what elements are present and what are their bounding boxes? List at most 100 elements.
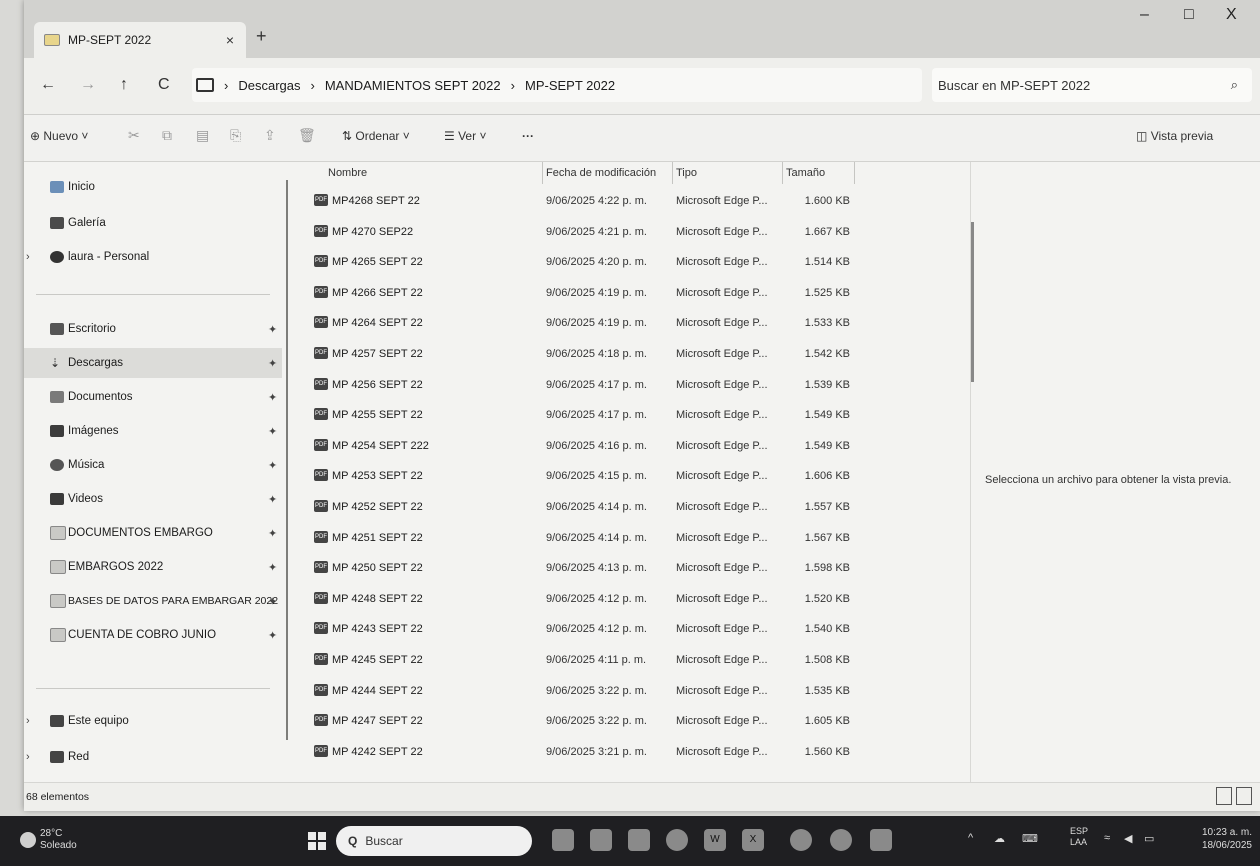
- sidebar-item-inicio[interactable]: Inicio: [24, 172, 282, 202]
- sidebar-item-documentos[interactable]: Documentos ✦: [24, 382, 282, 412]
- battery-icon[interactable]: ▭: [1144, 832, 1154, 845]
- table-row[interactable]: PDF MP 4252 SEPT 22 9/06/2025 4:14 p. m. Mi…: [288, 492, 968, 522]
- delete-icon[interactable]: 🗑: [298, 127, 316, 144]
- table-row[interactable]: PDF MP 4253 SEPT 22 9/06/2025 4:15 p. m. Mi…: [288, 461, 968, 491]
- forward-button[interactable]: →: [80, 76, 96, 94]
- table-row[interactable]: PDF MP 4248 SEPT 22 9/06/2025 4:12 p. m. Mi…: [288, 584, 968, 614]
- folder-icon: [44, 34, 60, 46]
- chevron-right-icon[interactable]: ›: [26, 715, 30, 727]
- column-header-type[interactable]: Tipo: [676, 167, 697, 179]
- chevron-right-icon[interactable]: ›: [26, 251, 30, 263]
- column-header-name[interactable]: Nombre: [328, 167, 367, 179]
- paste-icon[interactable]: ▤: [196, 127, 209, 144]
- table-row[interactable]: PDF MP 4266 SEPT 22 9/06/2025 4:19 p. m. Mi…: [288, 278, 968, 308]
- minimize-button[interactable]: –: [1140, 6, 1149, 24]
- column-header-size[interactable]: Tamaño: [786, 167, 825, 179]
- sort-button[interactable]: ⇅ Ordenar ˅: [342, 129, 410, 143]
- language-indicator[interactable]: ESP LAA: [1070, 826, 1088, 848]
- home-icon: [50, 181, 64, 193]
- sidebar-item-escritorio[interactable]: Escritorio ✦: [24, 314, 282, 344]
- word-app-icon[interactable]: W: [704, 829, 726, 851]
- folder-icon: [50, 594, 66, 608]
- sidebar-item-videos[interactable]: Videos ✦: [24, 484, 282, 514]
- sidebar-item-imagenes[interactable]: Imágenes ✦: [24, 416, 282, 446]
- close-button[interactable]: X: [1226, 6, 1237, 24]
- app-icon[interactable]: [790, 829, 812, 851]
- table-row[interactable]: PDF MP 4265 SEPT 22 9/06/2025 4:20 p. m. Mi…: [288, 247, 968, 277]
- new-button[interactable]: ⊕ Nuevo ˅: [30, 129, 88, 143]
- sidebar-item-galeria[interactable]: Galería: [24, 208, 282, 238]
- start-button[interactable]: [308, 832, 326, 850]
- task-view-icon[interactable]: [552, 829, 574, 851]
- chevron-right-icon[interactable]: ›: [26, 751, 30, 763]
- volume-icon[interactable]: ◀: [1124, 832, 1132, 845]
- column-separator[interactable]: [782, 162, 783, 184]
- weather-widget[interactable]: 28°C Soleado: [40, 828, 77, 852]
- onedrive-icon[interactable]: ☁: [994, 832, 1005, 845]
- column-separator[interactable]: [672, 162, 673, 184]
- keyboard-icon[interactable]: ⌨: [1022, 832, 1038, 845]
- weather-icon[interactable]: [20, 832, 36, 848]
- tiles-view-icon[interactable]: [1236, 787, 1252, 805]
- taskbar-search[interactable]: Q Buscar: [336, 826, 532, 856]
- sidebar-item-red[interactable]: › Red: [24, 742, 282, 772]
- app-icon[interactable]: [830, 829, 852, 851]
- breadcrumb-mp-sept[interactable]: MP-SEPT 2022: [525, 78, 615, 93]
- excel-app-icon[interactable]: X: [742, 829, 764, 851]
- table-row[interactable]: PDF MP 4255 SEPT 22 9/06/2025 4:17 p. m. Mi…: [288, 400, 968, 430]
- sidebar-item-cuenta-de-cobro[interactable]: CUENTA DE COBRO JUNIO ✦: [24, 620, 282, 650]
- sidebar-item-documentos-embargo[interactable]: DOCUMENTOS EMBARGO ✦: [24, 518, 282, 548]
- scrollbar[interactable]: [971, 222, 974, 382]
- chevron-up-icon[interactable]: ^: [968, 832, 973, 844]
- table-row[interactable]: PDF MP 4243 SEPT 22 9/06/2025 4:12 p. m. Mi…: [288, 614, 968, 644]
- table-row[interactable]: PDF MP 4245 SEPT 22 9/06/2025 4:11 p. m. Mi…: [288, 645, 968, 675]
- rename-icon[interactable]: ⎘: [230, 127, 241, 144]
- copy-icon[interactable]: ⧉: [162, 127, 172, 144]
- address-bar[interactable]: › Descargas › MANDAMIENTOS SEPT 2022 › M…: [192, 68, 922, 102]
- column-separator[interactable]: [854, 162, 855, 184]
- sidebar-item-laura-personal[interactable]: › laura - Personal: [24, 242, 282, 272]
- sidebar-item-musica[interactable]: Música ✦: [24, 450, 282, 480]
- table-row[interactable]: PDF MP 4264 SEPT 22 9/06/2025 4:19 p. m. Mi…: [288, 308, 968, 338]
- search-box[interactable]: Buscar en MP-SEPT 2022 ⌕: [932, 68, 1252, 102]
- file-type: Microsoft Edge P...: [676, 562, 768, 575]
- sidebar-item-descargas[interactable]: ⇣ Descargas ✦: [24, 348, 282, 378]
- file-type: Microsoft Edge P...: [676, 531, 768, 544]
- tab-close-button[interactable]: ×: [226, 32, 234, 48]
- sidebar-item-este-equipo[interactable]: › Este equipo: [24, 706, 282, 736]
- share-icon[interactable]: ⇪: [264, 127, 276, 144]
- sidebar-item-bases-de-datos[interactable]: BASES DE DATOS PARA EMBARGAR 2022 ✦: [24, 586, 282, 616]
- table-row[interactable]: PDF MP 4257 SEPT 22 9/06/2025 4:18 p. m. Mi…: [288, 339, 968, 369]
- up-button[interactable]: ↑: [120, 76, 128, 94]
- wifi-icon[interactable]: ≈: [1104, 832, 1110, 844]
- new-tab-button[interactable]: +: [256, 26, 267, 47]
- back-button[interactable]: ←: [40, 76, 56, 94]
- cut-icon[interactable]: ✂: [128, 127, 140, 144]
- clock[interactable]: 10:23 a. m. 18/06/2025: [1182, 826, 1252, 852]
- table-row[interactable]: PDF MP 4254 SEPT 222 9/06/2025 4:16 p. m. M…: [288, 431, 968, 461]
- breadcrumb-descargas[interactable]: Descargas: [238, 78, 300, 93]
- table-row[interactable]: PDF MP4268 SEPT 22 9/06/2025 4:22 p. m. Mic…: [288, 186, 968, 216]
- view-button[interactable]: ☰ Ver ˅: [444, 129, 486, 143]
- column-separator[interactable]: [542, 162, 543, 184]
- breadcrumb-mandamientos[interactable]: MANDAMIENTOS SEPT 2022: [325, 78, 501, 93]
- preview-toggle-button[interactable]: ◫ Vista previa: [1136, 129, 1213, 143]
- more-options-button[interactable]: ···: [522, 129, 534, 143]
- column-header-date[interactable]: Fecha de modificación: [546, 167, 656, 179]
- table-row[interactable]: PDF MP 4244 SEPT 22 9/06/2025 3:22 p. m. Mi…: [288, 676, 968, 706]
- file-explorer-app-icon[interactable]: [628, 829, 650, 851]
- edge-app-icon[interactable]: [590, 829, 612, 851]
- chrome-app-icon[interactable]: [666, 829, 688, 851]
- table-row[interactable]: PDF MP 4242 SEPT 22 9/06/2025 3:21 p. m. Mi…: [288, 737, 968, 767]
- table-row[interactable]: PDF MP 4251 SEPT 22 9/06/2025 4:14 p. m. Mi…: [288, 523, 968, 553]
- tab-mp-sept-2022[interactable]: MP-SEPT 2022 ×: [34, 22, 246, 58]
- table-row[interactable]: PDF MP 4250 SEPT 22 9/06/2025 4:13 p. m. Mi…: [288, 553, 968, 583]
- table-row[interactable]: PDF MP 4247 SEPT 22 9/06/2025 3:22 p. m. Mi…: [288, 706, 968, 736]
- refresh-button[interactable]: C: [158, 76, 170, 94]
- table-row[interactable]: PDF MP 4270 SEP22 9/06/2025 4:21 p. m. Micr…: [288, 217, 968, 247]
- maximize-button[interactable]: □: [1184, 6, 1194, 24]
- app-icon[interactable]: [870, 829, 892, 851]
- sidebar-item-embargos-2022[interactable]: EMBARGOS 2022 ✦: [24, 552, 282, 582]
- details-view-icon[interactable]: [1216, 787, 1232, 805]
- table-row[interactable]: PDF MP 4256 SEPT 22 9/06/2025 4:17 p. m. Mi…: [288, 370, 968, 400]
